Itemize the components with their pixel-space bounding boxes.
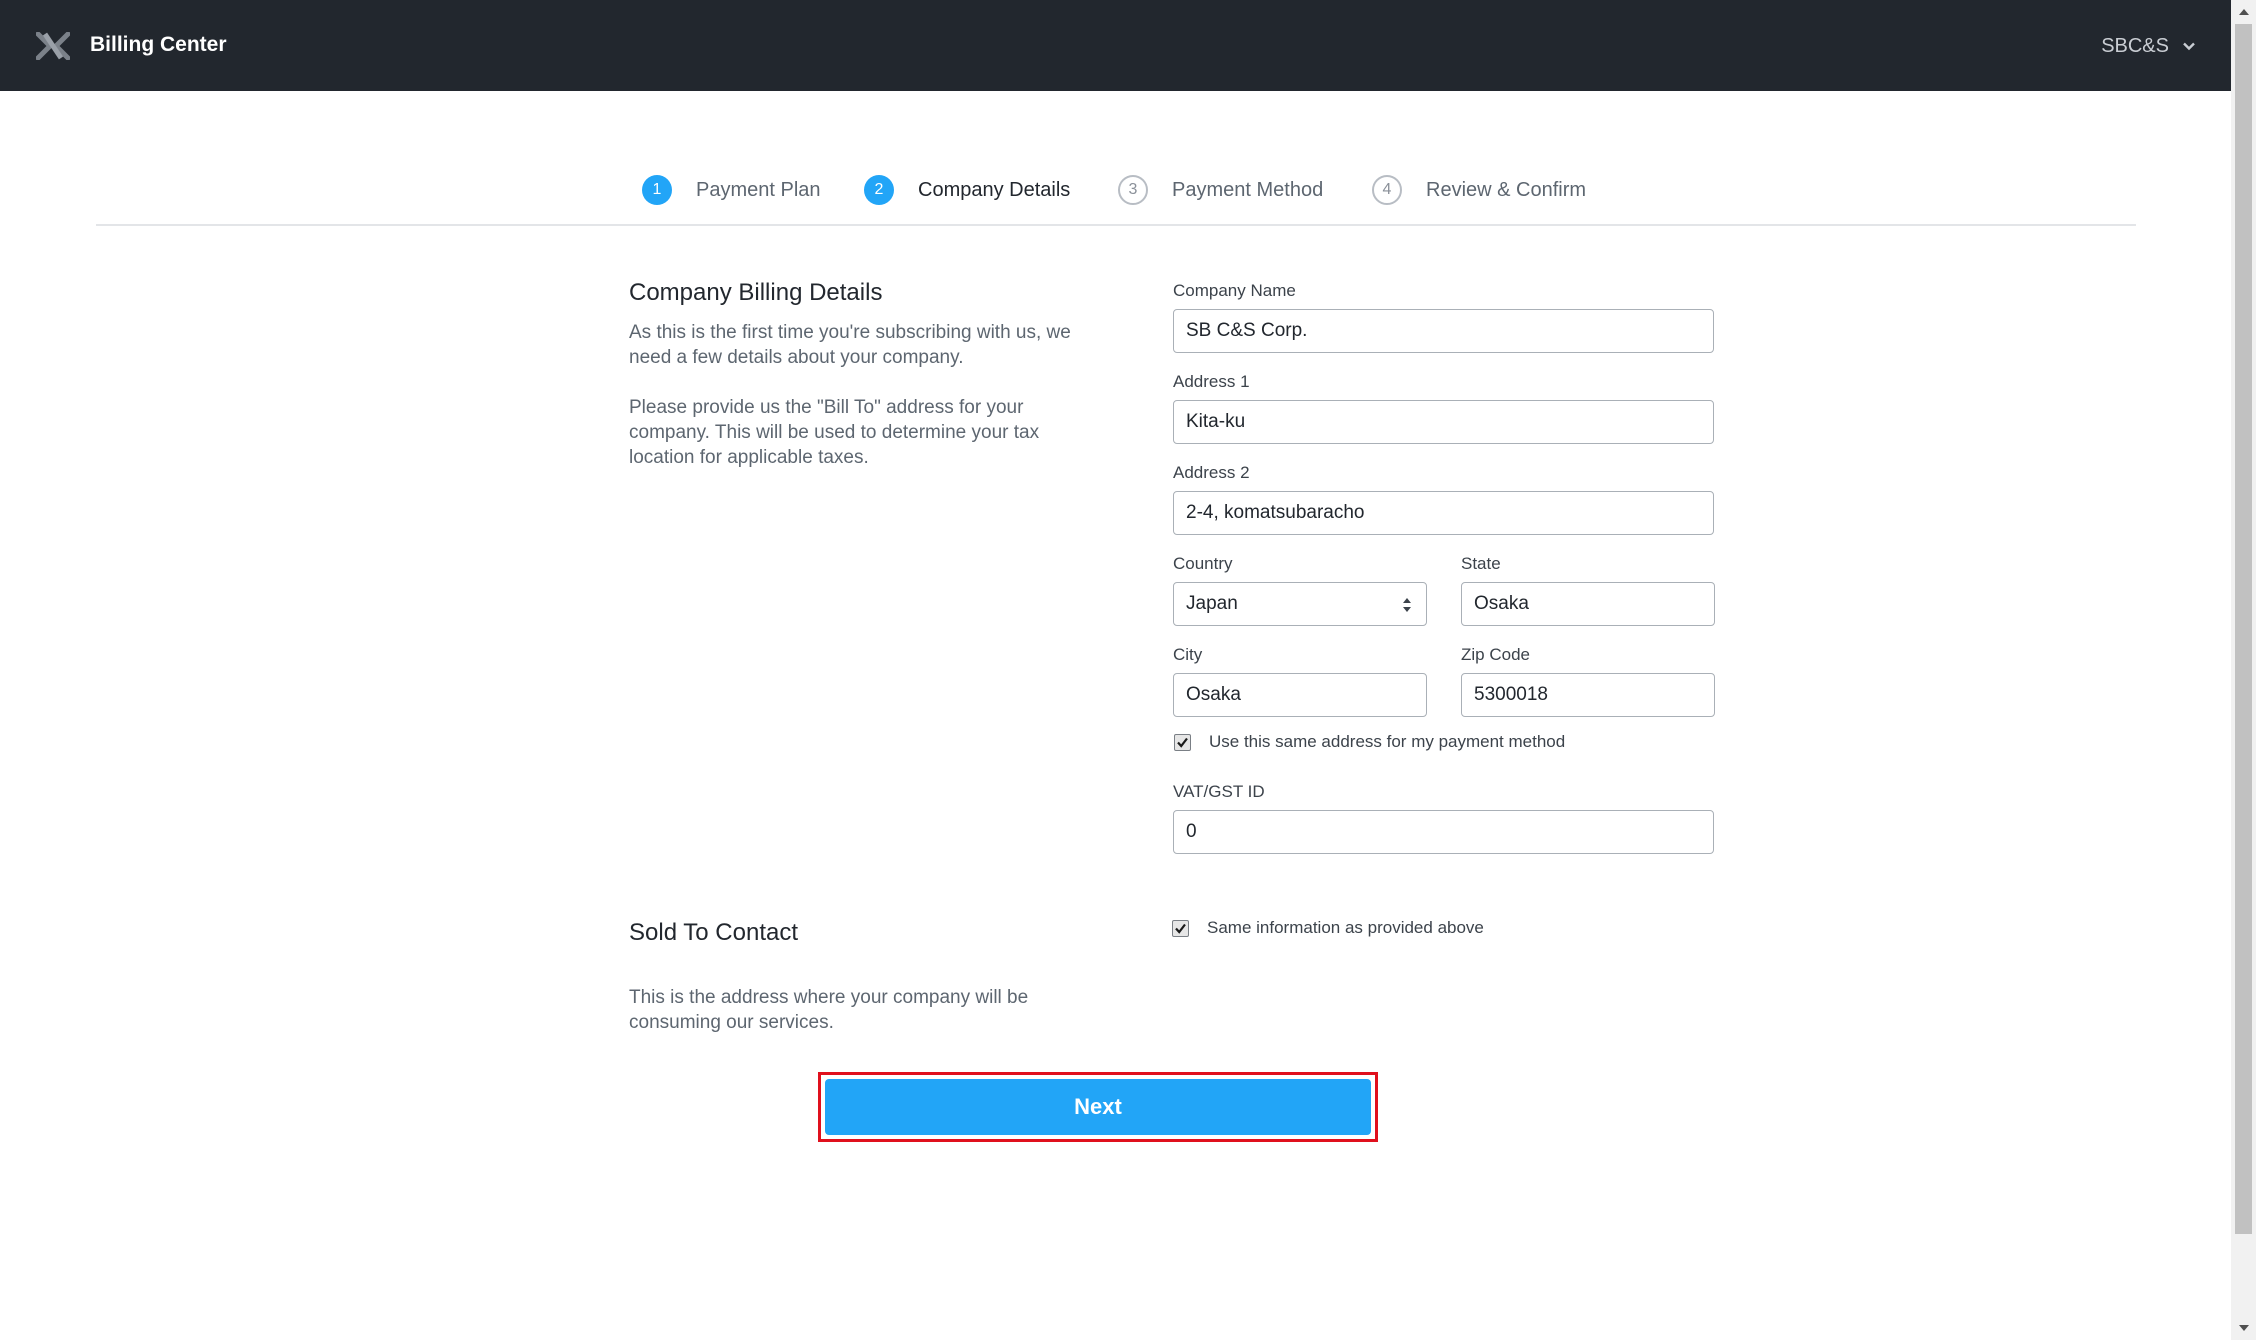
same-address-checkbox[interactable] [1174,733,1191,751]
address1-input[interactable]: Kita-ku [1173,400,1714,444]
state-input[interactable]: Osaka [1461,582,1715,626]
step-payment-plan[interactable]: 1 Payment Plan [642,174,821,206]
step-number: 2 [864,175,894,205]
scroll-down-arrow-icon[interactable] [2231,1316,2256,1340]
vat-gst-value: 0 [1186,821,1197,842]
scrollbar-thumb[interactable] [2235,24,2252,1234]
zip-code-value: 5300018 [1474,684,1548,705]
billing-description-intro: As this is the first time you're subscri… [629,322,1071,368]
app-title: Billing Center [90,33,227,56]
state-label: State [1461,554,1501,573]
user-menu-label: SBC&S [2101,35,2169,57]
city-input[interactable]: Osaka [1173,673,1427,717]
checkmark-icon [1175,923,1186,934]
checkmark-icon [1177,737,1188,748]
step-number: 1 [642,175,672,205]
select-arrows-icon [1403,598,1411,612]
billing-section-title: Company Billing Details [629,279,883,306]
chevron-down-icon [2183,42,2195,51]
user-menu[interactable]: SBC&S [2101,33,2197,59]
address2-label: Address 2 [1173,463,1250,482]
country-value: Japan [1186,593,1238,614]
sold-to-description: This is the address where your company w… [629,987,1029,1033]
vat-gst-label: VAT/GST ID [1173,782,1265,801]
address1-label: Address 1 [1173,372,1250,391]
address2-input[interactable]: 2-4, komatsubaracho [1173,491,1714,535]
same-address-label: Use this same address for my payment met… [1209,732,1566,751]
address2-value: 2-4, komatsubaracho [1186,502,1365,523]
billing-description-bill-to: Please provide us the "Bill To" address … [629,397,1040,468]
step-number: 3 [1118,175,1148,205]
next-button[interactable]: Next [825,1079,1371,1135]
city-value: Osaka [1186,684,1241,705]
zip-code-input[interactable]: 5300018 [1461,673,1715,717]
scroll-up-arrow-icon[interactable] [2231,0,2256,24]
top-bar: Billing Center SBC&S [0,0,2231,91]
state-value: Osaka [1474,593,1529,614]
same-address-checkbox-row[interactable]: Use this same address for my payment met… [1174,732,1565,752]
same-info-checkbox-row[interactable]: Same information as provided above [1172,918,1484,938]
step-label: Company Details [918,178,1071,201]
step-label: Payment Method [1172,178,1324,201]
page-scrollbar[interactable] [2231,0,2256,1340]
same-info-label: Same information as provided above [1207,918,1484,937]
step-label: Payment Plan [696,178,821,201]
country-label: Country [1173,554,1233,573]
company-name-label: Company Name [1173,281,1296,300]
vat-gst-input[interactable]: 0 [1173,810,1714,854]
step-number: 4 [1372,175,1402,205]
country-select[interactable]: Japan [1173,582,1427,626]
step-review-confirm[interactable]: 4 Review & Confirm [1372,174,1586,206]
step-label: Review & Confirm [1426,178,1587,201]
sold-to-section-title: Sold To Contact [629,919,798,946]
zip-code-label: Zip Code [1461,645,1530,664]
company-name-input[interactable]: SB C&S Corp. [1173,309,1714,353]
step-company-details[interactable]: 2 Company Details [864,174,1070,206]
step-payment-method[interactable]: 3 Payment Method [1118,174,1323,206]
progress-stepper: 1 Payment Plan 2 Company Details 3 Payme… [96,160,2136,226]
city-label: City [1173,645,1203,664]
same-info-checkbox[interactable] [1172,919,1189,937]
address1-value: Kita-ku [1186,411,1246,432]
company-name-value: SB C&S Corp. [1186,320,1308,341]
nutanix-x-logo-icon[interactable] [36,32,70,60]
